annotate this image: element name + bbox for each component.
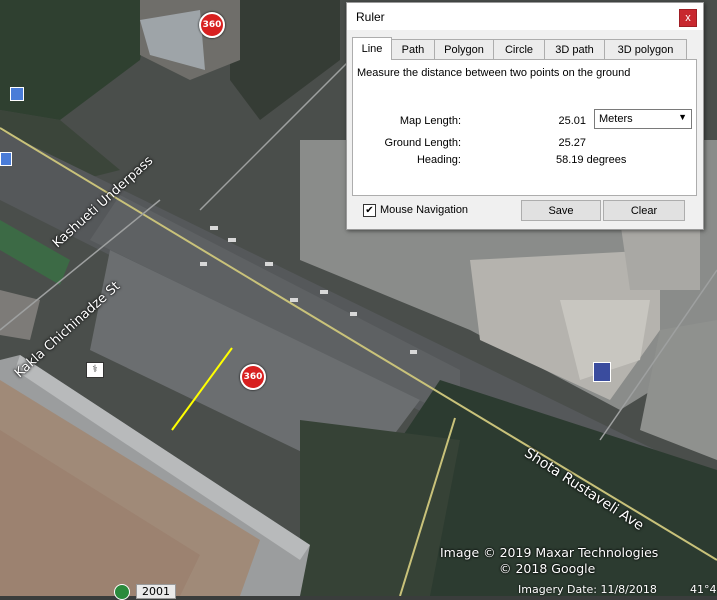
ruler-titlebar[interactable]: Ruler x [347,3,703,30]
map-length-label: Map Length: [399,115,461,127]
unit-select[interactable]: Meters ▼ [594,109,692,129]
tab-3d-path[interactable]: 3D path [544,39,605,59]
ruler-title: Ruler [356,10,385,24]
bus-stop-icon[interactable] [10,87,24,101]
clock-icon[interactable] [114,584,130,600]
ground-length-label: Ground Length: [384,137,461,149]
imagery-date: Imagery Date: 11/8/2018 [518,583,657,596]
tab-line[interactable]: Line [352,37,392,60]
copyright-line-2: © 2018 Google [499,561,596,576]
heading-label: Heading: [416,154,461,166]
street-view-360-icon[interactable]: 360 [240,364,266,390]
tab-3d-polygon[interactable]: 3D polygon [604,39,687,59]
chevron-down-icon: ▼ [678,112,687,122]
mouse-navigation-label[interactable]: Mouse Navigation [380,204,468,216]
historical-imagery-year[interactable]: 2001 [136,584,176,599]
street-view-360-icon[interactable]: 360 [199,12,225,38]
heading-value: 58.19 degrees [556,154,627,166]
tab-polygon[interactable]: Polygon [434,39,494,59]
tab-circle[interactable]: Circle [493,39,545,59]
ruler-dialog: Ruler x Line Path Polygon Circle 3D path… [346,2,704,230]
save-button[interactable]: Save [521,200,601,221]
mouse-navigation-checkbox[interactable]: ✔ [363,204,376,217]
museum-icon[interactable]: ⚕ [86,362,104,378]
map-length-value: 25.01 [558,115,586,127]
tab-path[interactable]: Path [391,39,435,59]
close-icon: x [685,12,691,24]
ruler-description: Measure the distance between two points … [357,67,631,79]
unit-select-value: Meters [599,113,633,125]
bus-stop-icon[interactable] [0,152,12,166]
copyright-line-1: Image © 2019 Maxar Technologies [440,545,659,560]
clear-button[interactable]: Clear [603,200,685,221]
video-icon[interactable] [593,362,611,382]
ground-length-value: 25.27 [558,137,586,149]
close-button[interactable]: x [679,9,697,27]
ruler-line-panel: Measure the distance between two points … [352,59,697,196]
coordinates-readout: 41°4 [690,583,717,596]
